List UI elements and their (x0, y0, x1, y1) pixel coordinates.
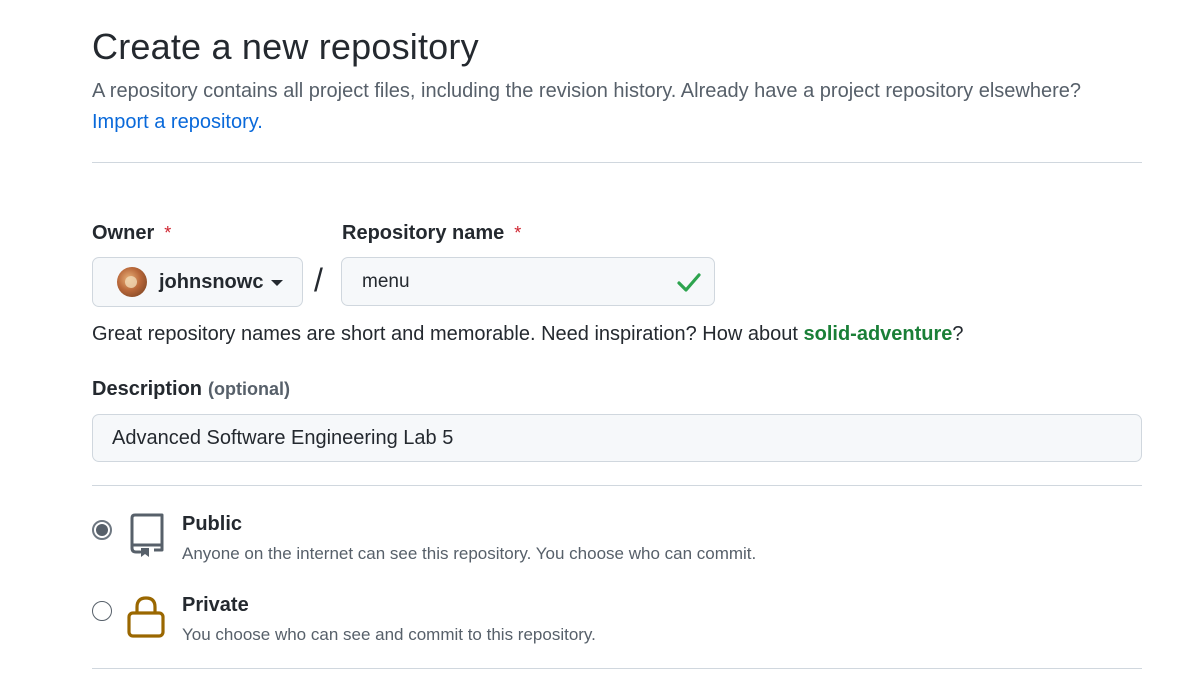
divider (92, 668, 1142, 669)
owner-label: Owner * (92, 222, 171, 245)
divider (92, 485, 1142, 486)
public-option-description: Anyone on the internet can see this repo… (182, 544, 757, 563)
owner-repo-separator: / (314, 262, 323, 298)
description-label-text: Description (92, 378, 203, 400)
private-radio[interactable] (92, 601, 112, 621)
description-label: Description (optional) (92, 378, 290, 401)
chevron-down-icon (271, 280, 284, 286)
lock-icon (127, 596, 165, 638)
repository-name-label: Repository name * (342, 222, 521, 245)
required-marker: * (164, 223, 172, 243)
owner-dropdown[interactable]: johnsnowc (92, 257, 303, 307)
private-option-title: Private (182, 594, 249, 616)
page-title: Create a new repository (92, 26, 479, 67)
hint-text: Great repository names are short and mem… (92, 323, 804, 345)
create-repo-page: Create a new repository A repository con… (0, 0, 1200, 692)
hint-end: ? (952, 323, 964, 345)
private-option-description: You choose who can see and commit to thi… (182, 625, 596, 644)
description-input[interactable] (92, 414, 1142, 462)
public-option-title: Public (182, 513, 243, 535)
repo-name-hint: Great repository names are short and mem… (92, 323, 964, 346)
check-icon (677, 273, 701, 292)
repository-name-input[interactable] (341, 257, 715, 306)
repo-icon (130, 513, 164, 557)
subtitle-text: A repository contains all project files,… (92, 80, 1082, 102)
owner-name: johnsnowc (159, 270, 264, 293)
required-marker: * (514, 223, 522, 243)
page-subtitle: A repository contains all project files,… (92, 76, 1152, 138)
import-repository-link[interactable]: Import a repository. (92, 111, 263, 133)
divider (92, 162, 1142, 163)
owner-label-text: Owner (92, 222, 155, 244)
public-radio[interactable] (92, 520, 112, 540)
avatar (117, 267, 147, 297)
repository-name-label-text: Repository name (342, 222, 505, 244)
name-suggestion-link[interactable]: solid-adventure (803, 323, 952, 345)
optional-marker: (optional) (208, 379, 291, 399)
